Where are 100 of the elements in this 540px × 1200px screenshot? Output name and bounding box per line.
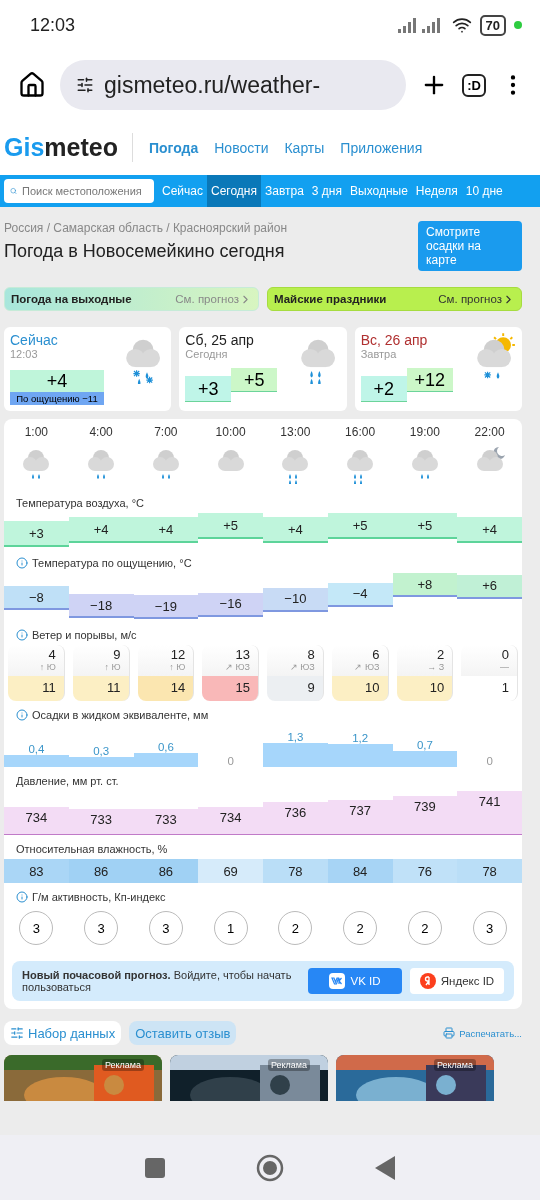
- precipitation-value: 0,6: [157, 740, 174, 753]
- tabs-button[interactable]: :D: [462, 73, 486, 97]
- min-temperature: +2: [360, 376, 407, 402]
- printer-icon: [443, 1027, 456, 1039]
- recents-icon[interactable]: [145, 1157, 166, 1178]
- precipitation-value: 0,7: [416, 739, 433, 752]
- temperature-value: +4: [10, 370, 104, 392]
- precipitation-bar: [263, 743, 328, 767]
- map-button[interactable]: Смотрите осадки на карте: [418, 221, 522, 271]
- humidity-cell: 69: [198, 859, 263, 883]
- site-nav-link[interactable]: Новости: [214, 139, 269, 156]
- site-logo[interactable]: Gismeteo: [4, 133, 133, 162]
- feels-like-cell: −19: [133, 595, 199, 619]
- info-icon[interactable]: [16, 629, 28, 641]
- ad-card[interactable]: Реклама: [4, 1055, 162, 1101]
- hour-label: 13:00: [279, 425, 312, 439]
- login-button[interactable]: VK ID: [308, 968, 402, 994]
- precipitation-value: 0: [486, 755, 493, 767]
- wifi-icon: [451, 15, 472, 35]
- info-icon[interactable]: [16, 709, 28, 721]
- promo-banner[interactable]: Майские праздники См. прогноз: [267, 287, 522, 311]
- day-card[interactable]: Вс, 26 апр Завтра +2 +12: [354, 327, 522, 411]
- wind-cell: 8 ↗ ЮЗ 9: [267, 645, 324, 701]
- temperature-cell: +5: [198, 513, 263, 539]
- url-field[interactable]: gismeteo.ru/weather-: [60, 60, 407, 110]
- current-weather-card[interactable]: Сейчас 12:03 +4 По ощущению −11: [4, 327, 172, 411]
- period-tab[interactable]: 3 дня: [307, 175, 346, 207]
- site-nav-link[interactable]: Погода: [148, 139, 199, 156]
- period-tab[interactable]: Сегодня: [206, 175, 261, 207]
- temperature-cell: +4: [68, 517, 134, 543]
- card-title: Сейчас: [10, 332, 59, 348]
- site-nav-link[interactable]: Карты: [284, 139, 325, 156]
- print-link[interactable]: Распечатать...: [443, 1027, 522, 1039]
- card-time: 12:03: [10, 348, 39, 360]
- ad-card[interactable]: Реклама: [336, 1055, 494, 1101]
- hour-label: 4:00: [88, 425, 114, 439]
- precipitation-value: 0: [227, 755, 234, 767]
- ad-label: Реклама: [433, 1059, 476, 1071]
- hour-label: 22:00: [473, 425, 506, 439]
- feels-like-cell: −8: [4, 586, 69, 611]
- card-date: Сб, 25 апр: [185, 332, 255, 348]
- pressure-cell: 739: [392, 795, 458, 835]
- precipitation-value: 1,2: [352, 732, 369, 745]
- period-tab[interactable]: Выходные: [346, 175, 412, 207]
- humidity-cell: 84: [327, 859, 393, 883]
- feels-like-value: По ощущению −11: [10, 392, 104, 405]
- search-field[interactable]: Поиск местоположения: [4, 179, 154, 203]
- humidity-cell: 86: [133, 859, 199, 883]
- back-icon[interactable]: [374, 1155, 395, 1180]
- wind-cell: 0 — 1: [461, 645, 518, 701]
- temperature-cell: +3: [4, 521, 69, 547]
- feels-like-cell: −18: [68, 594, 134, 619]
- humidity-cell: 78: [263, 859, 328, 883]
- info-icon[interactable]: [16, 891, 28, 903]
- wind-cell: 13 ↗ ЮЗ 15: [202, 645, 259, 701]
- period-tab[interactable]: Неделя: [411, 175, 462, 207]
- period-tab[interactable]: 10 дне: [461, 175, 507, 207]
- site-nav-link[interactable]: Приложения: [340, 139, 423, 156]
- hour-label: 10:00: [214, 425, 247, 439]
- info-icon[interactable]: [16, 557, 28, 569]
- card-date: Вс, 26 апр: [360, 332, 429, 348]
- hour-label: 1:00: [23, 425, 50, 439]
- wind-cell: 9 ↑ Ю 11: [72, 645, 130, 701]
- max-temperature: +5: [231, 368, 278, 392]
- humidity-cell: 78: [457, 859, 522, 883]
- site-settings-icon[interactable]: [76, 76, 94, 94]
- yandex-logo-icon: [419, 973, 436, 989]
- promo-banner[interactable]: Погода на выходные См. прогноз: [4, 287, 259, 311]
- sliders-icon: [10, 1026, 24, 1040]
- section-title: Давление, мм рт. ст.: [16, 775, 119, 787]
- section-title: Ветер и порывы, м/с: [32, 629, 137, 641]
- section-title: Г/м активность, Кп-индекс: [32, 891, 166, 903]
- period-tab[interactable]: Сейчас: [158, 175, 207, 207]
- temperature-cell: +5: [392, 513, 458, 539]
- section-title: Температура воздуха, °C: [16, 497, 145, 509]
- feedback-button[interactable]: Оставить отзыв: [129, 1021, 237, 1045]
- period-tab[interactable]: Завтра: [260, 175, 308, 207]
- min-temperature: +3: [185, 376, 232, 402]
- precipitation-value: 1,3: [287, 731, 304, 743]
- page-title: Погода в Новосемейкино сегодня: [4, 241, 286, 262]
- ad-card[interactable]: Реклама: [170, 1055, 328, 1101]
- day-card[interactable]: Сб, 25 апр Сегодня +3 +5: [179, 327, 347, 411]
- pressure-cell: 733: [68, 809, 134, 835]
- feels-like-cell: −10: [263, 587, 328, 612]
- kp-index: 3: [148, 911, 183, 945]
- dataset-button[interactable]: Набор данных: [4, 1021, 122, 1045]
- breadcrumb[interactable]: Россия / Самарская область / Красноярский район: [4, 221, 288, 235]
- home-icon[interactable]: [18, 71, 46, 99]
- pressure-cell: 741: [457, 791, 522, 835]
- wind-cell: 4 ↑ Ю 11: [8, 645, 65, 701]
- humidity-cell: 86: [68, 859, 134, 883]
- status-time: 12:03: [30, 14, 76, 36]
- temperature-cell: +4: [263, 517, 328, 543]
- feels-like-cell: +6: [457, 574, 522, 599]
- home-button-icon[interactable]: [256, 1153, 284, 1182]
- battery-level: 70: [479, 14, 506, 36]
- max-temperature: +12: [406, 368, 453, 392]
- pressure-cell: 734: [198, 806, 263, 835]
- login-button[interactable]: Яндекс ID: [410, 968, 504, 994]
- pressure-cell: 737: [327, 800, 393, 835]
